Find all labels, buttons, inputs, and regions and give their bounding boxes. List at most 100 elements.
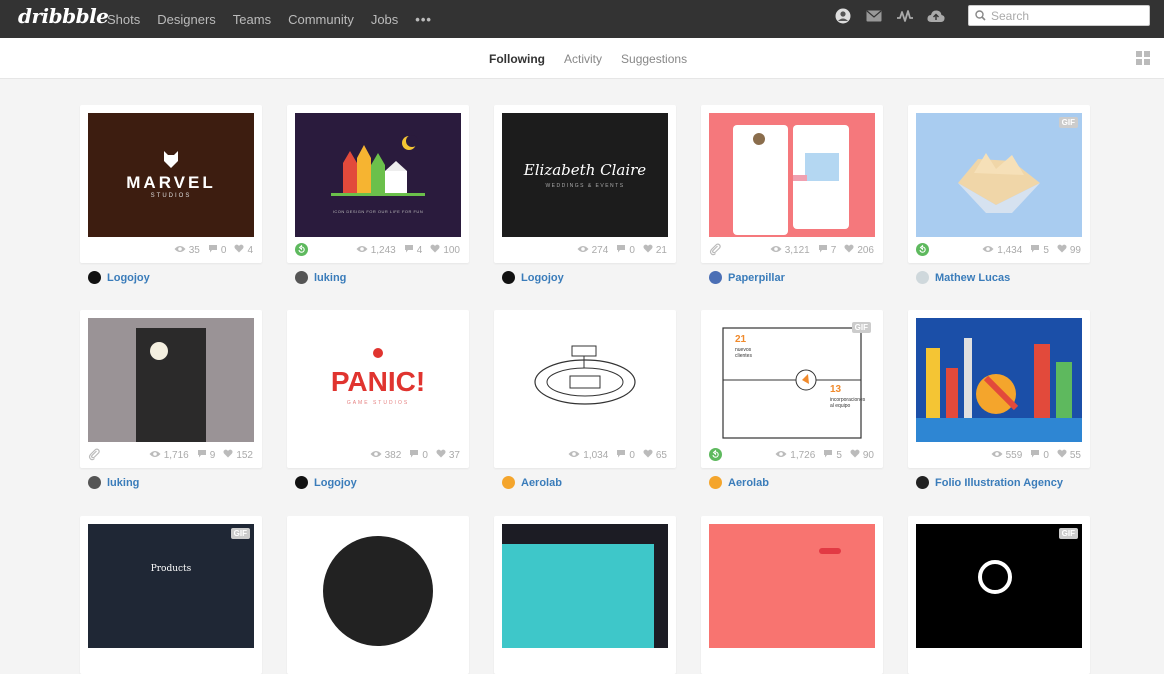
nav-link-designers[interactable]: Designers xyxy=(157,12,216,27)
shot-thumbnail[interactable]: GIF xyxy=(916,524,1082,648)
rebound-icon[interactable] xyxy=(295,243,308,256)
shot-card[interactable]: Elizabeth Claire WEDDINGS & EVENTS 274 0 21 xyxy=(494,105,676,263)
shot-card[interactable]: 3,121 7 206 xyxy=(701,105,883,263)
likes-stat[interactable]: 65 xyxy=(643,449,667,461)
author-name[interactable]: luking xyxy=(107,477,139,489)
shot-thumbnail[interactable]: Elizabeth Claire WEDDINGS & EVENTS xyxy=(502,113,668,237)
shot-card[interactable]: 1,716 9 152 xyxy=(80,310,262,468)
tab-suggestions[interactable]: Suggestions xyxy=(621,52,687,66)
nav-link-community[interactable]: Community xyxy=(288,12,354,27)
attachment-icon[interactable] xyxy=(88,448,101,461)
author-name[interactable]: Mathew Lucas xyxy=(935,272,1010,284)
rebound-icon[interactable] xyxy=(916,243,929,256)
comments-stat[interactable]: 0 xyxy=(409,449,428,461)
search-input[interactable] xyxy=(991,8,1141,23)
grid-view-toggle-icon[interactable] xyxy=(1136,51,1150,65)
shot-card[interactable]: PANIC! GAME STUDIOS 382 0 37 xyxy=(287,310,469,468)
comments-count: 0 xyxy=(1043,449,1049,461)
shot-thumbnail[interactable] xyxy=(709,524,875,648)
likes-stat[interactable]: 99 xyxy=(1057,244,1081,256)
author-name[interactable]: Aerolab xyxy=(521,477,562,489)
shot-author[interactable]: Aerolab xyxy=(502,476,562,489)
attachment-icon[interactable] xyxy=(709,243,722,256)
nav-link-teams[interactable]: Teams xyxy=(233,12,271,27)
shot-author[interactable]: luking xyxy=(88,476,139,489)
comments-stat[interactable]: 0 xyxy=(616,449,635,461)
heart-icon xyxy=(643,449,656,461)
shot-card[interactable]: 559 0 55 xyxy=(908,310,1090,468)
likes-stat[interactable]: 152 xyxy=(223,449,253,461)
author-name[interactable]: Folio Illustration Agency xyxy=(935,477,1063,489)
mail-icon[interactable] xyxy=(865,7,883,25)
nav-link-shots[interactable]: Shots xyxy=(107,12,140,27)
shot-thumbnail[interactable] xyxy=(295,524,461,648)
rebound-icon[interactable] xyxy=(709,448,722,461)
author-name[interactable]: Aerolab xyxy=(728,477,769,489)
comments-stat[interactable]: 5 xyxy=(823,449,842,461)
shot-author[interactable]: Logojoy xyxy=(502,271,564,284)
more-menu-icon[interactable]: ••• xyxy=(415,12,432,27)
author-name[interactable]: Logojoy xyxy=(521,272,564,284)
comments-stat[interactable]: 4 xyxy=(404,244,422,256)
thumb-subtitle: WEDDINGS & EVENTS xyxy=(545,183,625,189)
shot-thumbnail[interactable]: MARVEL STUDIOS xyxy=(88,113,254,237)
comments-stat[interactable]: 5 xyxy=(1030,244,1049,256)
shot-thumbnail[interactable]: ICON DESIGN FOR OUR LIFE FOR FUN xyxy=(295,113,461,237)
author-name[interactable]: Logojoy xyxy=(107,272,150,284)
comments-count: 0 xyxy=(220,244,227,256)
shot-card[interactable] xyxy=(287,516,469,674)
comments-stat[interactable]: 0 xyxy=(208,244,227,256)
author-name[interactable]: Paperpillar xyxy=(728,272,785,284)
shot-thumbnail[interactable] xyxy=(88,318,254,442)
comments-stat[interactable]: 0 xyxy=(616,244,635,256)
shot-card[interactable] xyxy=(701,516,883,674)
shot-author[interactable]: luking xyxy=(295,271,346,284)
author-name[interactable]: Logojoy xyxy=(314,477,357,489)
likes-stat[interactable]: 206 xyxy=(844,244,874,256)
shot-thumbnail[interactable]: GIF xyxy=(916,113,1082,237)
author-name[interactable]: luking xyxy=(314,272,346,284)
upload-icon[interactable] xyxy=(927,7,945,25)
nav-link-jobs[interactable]: Jobs xyxy=(371,12,398,27)
shot-author[interactable]: Logojoy xyxy=(88,271,150,284)
shot-author[interactable]: Paperpillar xyxy=(709,271,785,284)
shot-thumbnail[interactable]: 21 nuevos clientes 13 incorporaciones al eq… xyxy=(709,318,875,442)
shot-card[interactable]: 1,034 0 65 xyxy=(494,310,676,468)
shot-card[interactable]: 21 nuevos clientes 13 incorporaciones al eq… xyxy=(701,310,883,468)
comment-icon xyxy=(823,449,836,461)
comments-stat[interactable]: 9 xyxy=(197,449,215,461)
shot-author[interactable]: Mathew Lucas xyxy=(916,271,1010,284)
likes-stat[interactable]: 100 xyxy=(430,244,460,256)
likes-stat[interactable]: 37 xyxy=(436,449,460,461)
shot-thumbnail[interactable]: Products GIF xyxy=(88,524,254,648)
shot-author[interactable]: Folio Illustration Agency xyxy=(916,476,1063,489)
sub-navigation: Following Activity Suggestions xyxy=(0,38,1164,79)
comments-stat[interactable]: 0 xyxy=(1030,449,1049,461)
shot-card[interactable] xyxy=(494,516,676,674)
shot-thumbnail[interactable] xyxy=(916,318,1082,442)
shot-author[interactable]: Aerolab xyxy=(709,476,769,489)
shot-thumbnail[interactable] xyxy=(502,318,668,442)
shot-item: Products GIF xyxy=(80,516,262,674)
activity-icon[interactable] xyxy=(896,7,914,25)
shot-card[interactable]: ICON DESIGN FOR OUR LIFE FOR FUN 1,243 4 10… xyxy=(287,105,469,263)
search-box[interactable] xyxy=(968,5,1150,26)
shot-thumbnail[interactable]: PANIC! GAME STUDIOS xyxy=(295,318,461,442)
shot-card[interactable]: GIF 1,434 5 99 xyxy=(908,105,1090,263)
shot-author[interactable]: Logojoy xyxy=(295,476,357,489)
shot-thumbnail[interactable] xyxy=(502,524,668,648)
likes-stat[interactable]: 21 xyxy=(643,244,667,256)
tab-following[interactable]: Following xyxy=(489,52,545,66)
likes-stat[interactable]: 90 xyxy=(850,449,874,461)
likes-stat[interactable]: 55 xyxy=(1057,449,1081,461)
dribbble-logo[interactable]: dribbble xyxy=(18,4,109,28)
shot-thumbnail[interactable] xyxy=(709,113,875,237)
shot-card[interactable]: MARVEL STUDIOS 35 0 4 xyxy=(80,105,262,263)
likes-stat[interactable]: 4 xyxy=(234,244,253,256)
comments-count: 0 xyxy=(422,449,428,461)
shot-card[interactable]: GIF xyxy=(908,516,1090,674)
comments-stat[interactable]: 7 xyxy=(818,244,836,256)
shot-card[interactable]: Products GIF xyxy=(80,516,262,674)
user-avatar-icon[interactable] xyxy=(834,7,852,25)
tab-activity[interactable]: Activity xyxy=(564,52,602,66)
